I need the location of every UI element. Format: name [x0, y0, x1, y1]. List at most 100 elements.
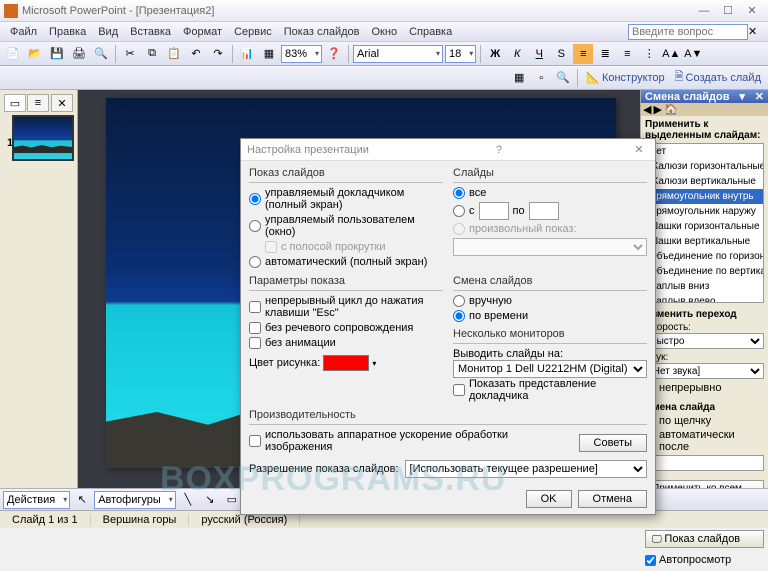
- menu-insert[interactable]: Вставка: [124, 24, 177, 40]
- nav-fwd-icon[interactable]: ▶: [653, 103, 661, 116]
- bullets-icon[interactable]: ⋮: [639, 44, 659, 64]
- no-animation-check[interactable]: [249, 337, 261, 349]
- show-type-browsed[interactable]: [249, 220, 261, 232]
- undo-icon[interactable]: ↶: [186, 44, 206, 64]
- slides-range[interactable]: [453, 205, 465, 217]
- advance-timings[interactable]: [453, 310, 465, 322]
- no-narration-check[interactable]: [249, 322, 261, 334]
- menu-tools[interactable]: Сервис: [228, 24, 278, 40]
- transition-list[interactable]: НетЖалюзи горизонтальныеЖалюзи вертикаль…: [645, 143, 764, 303]
- ok-button[interactable]: OK: [526, 490, 572, 508]
- zoom-select[interactable]: 83%: [281, 45, 322, 63]
- print-icon[interactable]: 🖨: [69, 44, 89, 64]
- zoom2-icon[interactable]: 🔍: [553, 68, 573, 88]
- taskpane-close[interactable]: ✕: [755, 90, 764, 103]
- align-right-icon[interactable]: ≡: [617, 44, 637, 64]
- decrease-font-icon[interactable]: A▼: [683, 44, 703, 64]
- maximize-button[interactable]: ☐: [716, 2, 740, 20]
- slide-thumbnail[interactable]: [12, 115, 74, 161]
- increase-font-icon[interactable]: A▲: [661, 44, 681, 64]
- shadow-icon[interactable]: S: [551, 44, 571, 64]
- dialog-help-icon[interactable]: ?: [496, 144, 502, 156]
- newslide-link[interactable]: 🗎 Создать слайд: [671, 68, 765, 87]
- dialog-close-icon[interactable]: ✕: [629, 143, 649, 156]
- from-input[interactable]: [479, 202, 509, 220]
- resolution-select[interactable]: [Использовать текущее разрешение]: [405, 460, 647, 478]
- doc-close-button[interactable]: ✕: [748, 25, 764, 38]
- transition-item[interactable]: Жалюзи горизонтальные: [646, 159, 763, 174]
- color-icon[interactable]: ▫: [531, 68, 551, 88]
- transition-item[interactable]: Прямоугольник внутрь: [646, 189, 763, 204]
- open-icon[interactable]: 📂: [25, 44, 45, 64]
- rect-icon[interactable]: ▭: [222, 490, 242, 510]
- transition-item[interactable]: Нет: [646, 144, 763, 159]
- copy-icon[interactable]: ⧉: [142, 44, 162, 64]
- chart-icon[interactable]: 📊: [237, 44, 257, 64]
- transition-item[interactable]: Наплыв вниз: [646, 279, 763, 294]
- transition-item[interactable]: Наплыв влево: [646, 294, 763, 303]
- pointer-icon[interactable]: ↖: [72, 490, 92, 510]
- slides-all[interactable]: [453, 187, 465, 199]
- pane-close[interactable]: ✕: [51, 94, 73, 112]
- slides-tab[interactable]: ▭: [4, 94, 26, 112]
- sound-label: Звук:: [645, 352, 764, 363]
- paste-icon[interactable]: 📋: [164, 44, 184, 64]
- advance-manual[interactable]: [453, 295, 465, 307]
- hw-accel-check[interactable]: [249, 435, 261, 447]
- line-icon[interactable]: ╲: [178, 490, 198, 510]
- autoplay-check[interactable]: [645, 555, 656, 566]
- redo-icon[interactable]: ↷: [208, 44, 228, 64]
- transition-item[interactable]: Объединение по вертикали: [646, 264, 763, 279]
- italic-icon[interactable]: К: [507, 44, 527, 64]
- menu-help[interactable]: Справка: [403, 24, 458, 40]
- actions-menu[interactable]: Действия: [3, 491, 70, 509]
- designer-link[interactable]: 📐 Конструктор: [582, 71, 668, 84]
- menu-format[interactable]: Формат: [177, 24, 228, 40]
- tips-button[interactable]: Советы: [579, 434, 647, 452]
- cancel-button[interactable]: Отмена: [578, 490, 647, 508]
- menu-edit[interactable]: Правка: [43, 24, 92, 40]
- ask-question-box[interactable]: [628, 24, 748, 40]
- transition-item[interactable]: Шашки горизонтальные: [646, 219, 763, 234]
- new-icon[interactable]: 📄: [3, 44, 23, 64]
- nav-home-icon[interactable]: 🏠: [664, 103, 678, 116]
- loop-esc-check[interactable]: [249, 301, 261, 313]
- menu-view[interactable]: Вид: [92, 24, 124, 40]
- arrow-icon[interactable]: ↘: [200, 490, 220, 510]
- menu-window[interactable]: Окно: [366, 24, 404, 40]
- pen-color-swatch[interactable]: [323, 355, 369, 371]
- monitor-select[interactable]: Монитор 1 Dell U2212HM (Digital): [453, 360, 647, 378]
- presenter-view-check[interactable]: [453, 384, 465, 396]
- menu-slideshow[interactable]: Показ слайдов: [278, 24, 366, 40]
- autoshapes-menu[interactable]: Автофигуры: [94, 491, 176, 509]
- table-icon[interactable]: ▦: [259, 44, 279, 64]
- cut-icon[interactable]: ✂: [120, 44, 140, 64]
- underline-icon[interactable]: Ч: [529, 44, 549, 64]
- status-lang: русский (Россия): [189, 514, 300, 526]
- sound-select[interactable]: [Нет звука]: [645, 363, 764, 379]
- close-button[interactable]: ✕: [740, 2, 764, 20]
- outline-tab[interactable]: ≡: [27, 94, 49, 112]
- help-icon[interactable]: ❓: [324, 44, 344, 64]
- bold-icon[interactable]: Ж: [485, 44, 505, 64]
- fontsize-select[interactable]: 18: [445, 45, 476, 63]
- save-icon[interactable]: 💾: [47, 44, 67, 64]
- nav-back-icon[interactable]: ◀: [643, 103, 651, 116]
- font-select[interactable]: Arial: [353, 45, 443, 63]
- grid-icon[interactable]: ▦: [509, 68, 529, 88]
- align-center-icon[interactable]: ≣: [595, 44, 615, 64]
- transition-item[interactable]: Жалюзи вертикальные: [646, 174, 763, 189]
- show-type-presenter[interactable]: [249, 193, 261, 205]
- transition-item[interactable]: Объединение по горизонтали: [646, 249, 763, 264]
- align-left-icon[interactable]: ≡: [573, 44, 593, 64]
- show-button[interactable]: 🖵 Показ слайдов: [645, 530, 764, 548]
- to-input[interactable]: [529, 202, 559, 220]
- speed-select[interactable]: Быстро: [645, 333, 764, 349]
- minimize-button[interactable]: —: [692, 2, 716, 20]
- show-type-kiosk[interactable]: [249, 256, 261, 268]
- transition-item[interactable]: Прямоугольник наружу: [646, 204, 763, 219]
- transition-item[interactable]: Шашки вертикальные: [646, 234, 763, 249]
- auto-time-input[interactable]: [645, 455, 764, 471]
- preview-icon[interactable]: 🔍: [91, 44, 111, 64]
- menu-file[interactable]: Файл: [4, 24, 43, 40]
